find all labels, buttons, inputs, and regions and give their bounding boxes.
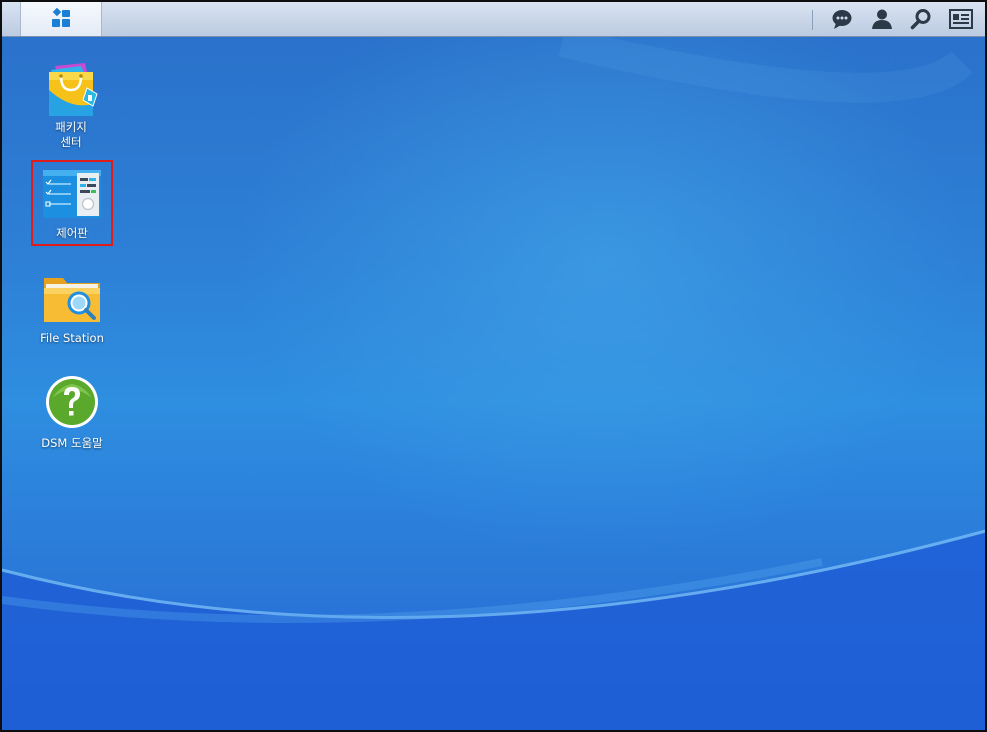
taskbar-separator [812, 10, 813, 30]
screen: 패키지 센터 제어판 File Station DSM 도움말 [0, 0, 987, 732]
search-button[interactable] [909, 8, 933, 30]
package-center-icon [49, 63, 98, 116]
main-menu-button[interactable] [20, 2, 102, 36]
file-station-icon [44, 278, 100, 322]
notification-icon [832, 10, 852, 29]
shortcut-label: 패키지 [55, 120, 87, 134]
desktop-shortcut-dsm-help[interactable]: DSM 도움말 [30, 374, 114, 451]
user-button[interactable] [870, 8, 894, 30]
notification-button[interactable] [830, 8, 854, 30]
shortcut-label: 제어판 [56, 226, 88, 240]
desktop-shortcut-package-center[interactable]: 패키지 센터 [29, 60, 113, 150]
widgets-button[interactable] [948, 8, 974, 30]
taskbar [2, 2, 985, 37]
desktop-wallpaper-swoosh [2, 27, 985, 730]
user-icon [872, 9, 892, 29]
desktop-background [2, 2, 985, 730]
search-icon [910, 9, 931, 30]
help-icon [46, 376, 98, 428]
widgets-icon [949, 9, 973, 29]
shortcut-label: File Station [40, 331, 104, 345]
shortcut-label: DSM 도움말 [41, 436, 103, 450]
desktop-shortcut-control-panel[interactable]: 제어판 [30, 168, 114, 241]
desktop-shortcut-file-station[interactable]: File Station [30, 272, 114, 346]
main-menu-icon [52, 8, 70, 27]
control-panel-icon [43, 170, 101, 218]
shortcut-label-line2: 센터 [60, 135, 82, 149]
